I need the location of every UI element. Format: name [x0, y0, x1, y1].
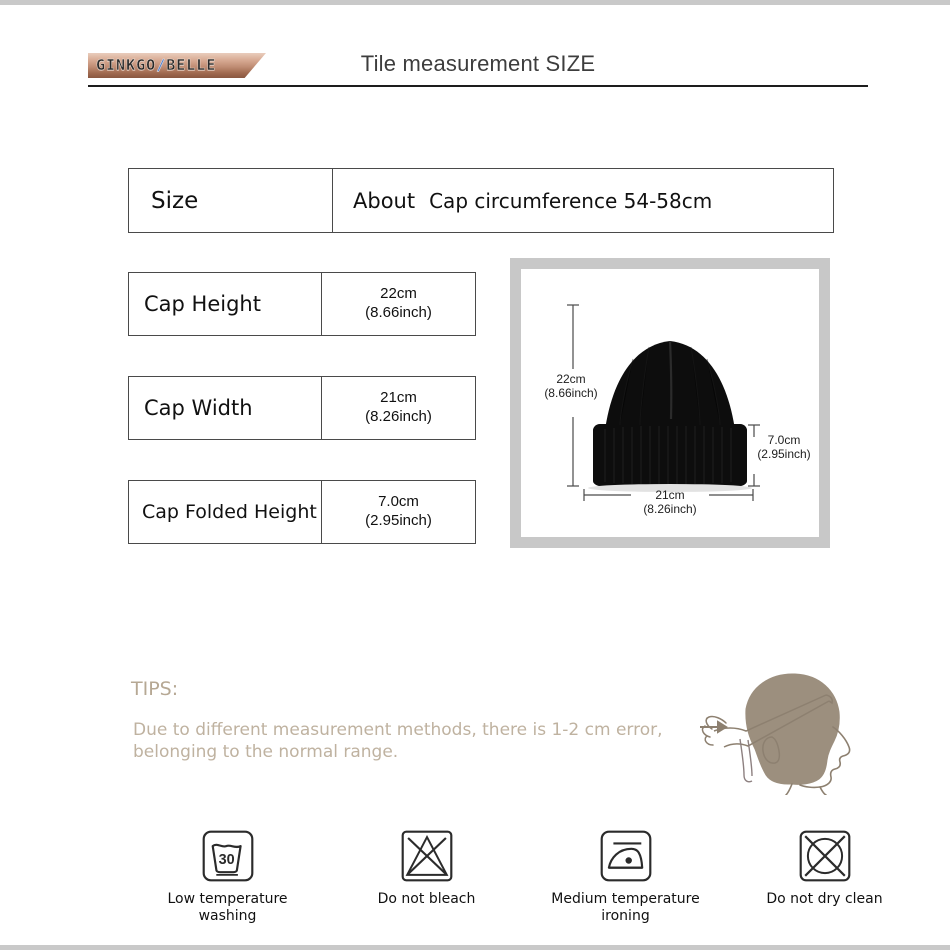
- care-item-medium-iron: Medium temperature ironing: [526, 829, 725, 929]
- dimension-width-inch: (8.26inch): [643, 502, 696, 516]
- care-instructions-strip: 30 Low temperature washing Do not bleach: [128, 829, 924, 929]
- size-chart-page: GINKGO/BELLE Tile measurement SIZE Size …: [0, 0, 950, 950]
- care-label: Low temperature washing: [167, 891, 288, 924]
- size-summary-label: Size: [129, 169, 333, 232]
- no-dry-clean-icon: [799, 830, 850, 882]
- measurement-value: 21cm (8.26inch): [322, 377, 475, 439]
- wash-temperature-value: 30: [218, 852, 234, 868]
- page-title: Tile measurement SIZE: [360, 51, 596, 76]
- header-divider: [88, 85, 868, 87]
- no-bleach-icon: [401, 830, 452, 882]
- size-summary-row: Size About Cap circumference 54-58cm: [128, 168, 834, 233]
- tips-title: TIPS:: [131, 678, 179, 700]
- care-item-low-temp-wash: 30 Low temperature washing: [128, 829, 327, 929]
- wash-tub-30-icon: 30: [202, 830, 253, 882]
- table-row: Cap Height 22cm (8.66inch): [128, 272, 476, 336]
- measurement-value-inch: (8.26inch): [365, 408, 432, 425]
- measurement-value-inch: (8.66inch): [365, 304, 432, 321]
- measurement-value-cm: 7.0cm: [378, 493, 419, 511]
- care-label: Medium temperature ironing: [551, 891, 700, 924]
- product-photo-frame: 22cm (8.66inch) 7.0cm (2.95inch) 21cm (8…: [510, 258, 830, 548]
- dimension-cuff-cm: 7.0cm: [768, 433, 801, 447]
- measurement-name: Cap Width: [129, 377, 322, 439]
- head-measurement-illustration: [700, 665, 880, 796]
- care-label: Do not dry clean: [766, 891, 883, 907]
- table-row: Cap Folded Height 7.0cm (2.95inch): [128, 480, 476, 544]
- beanie-shape: [588, 340, 752, 492]
- measurement-value-inch: (2.95inch): [365, 512, 432, 529]
- product-photo: 22cm (8.66inch) 7.0cm (2.95inch) 21cm (8…: [521, 269, 819, 537]
- measurement-value-cm: 22cm: [380, 285, 417, 303]
- page-header: GINKGO/BELLE Tile measurement SIZE: [88, 51, 868, 87]
- iron-one-dot-icon: [600, 830, 651, 882]
- dimension-width-cm: 21cm: [655, 488, 684, 502]
- measurement-name: Cap Folded Height: [129, 481, 322, 543]
- dimension-height-cm: 22cm: [556, 372, 585, 386]
- beanie-diagram: 22cm (8.66inch) 7.0cm (2.95inch) 21cm (8…: [544, 304, 811, 516]
- dimension-cuff-inch: (2.95inch): [757, 447, 810, 461]
- measurement-value: 22cm (8.66inch): [322, 273, 475, 335]
- measurement-name: Cap Height: [129, 273, 322, 335]
- about-word: About: [353, 188, 416, 213]
- care-item-no-dry-clean: Do not dry clean: [725, 829, 924, 929]
- tips-body: Due to different measurement methods, th…: [133, 720, 663, 763]
- dimension-height-inch: (8.66inch): [544, 386, 597, 400]
- table-row: Cap Width 21cm (8.26inch): [128, 376, 476, 440]
- measurement-value: 7.0cm (2.95inch): [322, 481, 475, 543]
- cap-circumference-text: Cap circumference 54-58cm: [429, 188, 713, 213]
- care-item-no-bleach: Do not bleach: [327, 829, 526, 929]
- measurement-value-cm: 21cm: [380, 389, 417, 407]
- care-label: Do not bleach: [377, 891, 476, 907]
- size-summary-value: About Cap circumference 54-58cm: [333, 169, 833, 232]
